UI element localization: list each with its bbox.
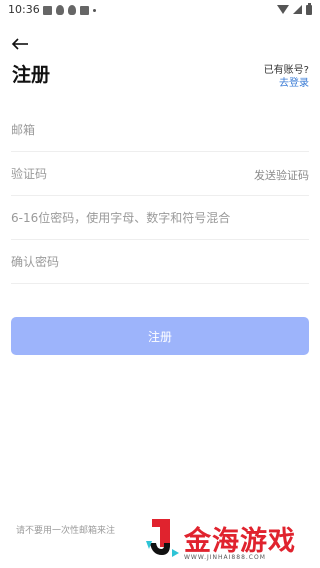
verification-code-field[interactable] bbox=[11, 162, 231, 186]
watermark-logo-icon bbox=[146, 515, 180, 559]
confirm-password-row bbox=[11, 240, 309, 284]
login-link[interactable]: 去登录 bbox=[279, 74, 309, 89]
watermark-name: 金海游戏 bbox=[184, 526, 296, 557]
battery-icon bbox=[306, 2, 312, 15]
status-bar: 10:36 bbox=[0, 0, 320, 20]
notification-icons bbox=[43, 4, 96, 16]
password-row bbox=[11, 196, 309, 240]
email-notice: 请不要用一次性邮箱来注 bbox=[16, 526, 116, 536]
send-code-button[interactable]: 发送验证码 bbox=[254, 167, 309, 183]
arrow-left-icon[interactable] bbox=[10, 36, 30, 52]
image-icon bbox=[43, 5, 52, 15]
confirm-password-field[interactable] bbox=[11, 250, 309, 274]
dot-icon bbox=[93, 8, 96, 12]
system-icons bbox=[277, 2, 312, 16]
watermark-url: WWW.JINHAI888.COM bbox=[184, 554, 266, 561]
email-field[interactable] bbox=[11, 118, 309, 142]
password-field[interactable] bbox=[11, 206, 309, 230]
page-title: 注册 bbox=[12, 64, 51, 86]
qq-icon bbox=[56, 5, 64, 15]
app-icon bbox=[80, 5, 89, 15]
wifi-icon bbox=[277, 5, 289, 14]
email-row bbox=[11, 108, 309, 152]
code-row: 发送验证码 bbox=[11, 152, 309, 196]
status-time: 10:36 bbox=[8, 3, 40, 16]
register-button[interactable]: 注册 bbox=[11, 317, 309, 355]
qq-icon bbox=[68, 5, 76, 15]
signal-icon bbox=[293, 5, 302, 14]
